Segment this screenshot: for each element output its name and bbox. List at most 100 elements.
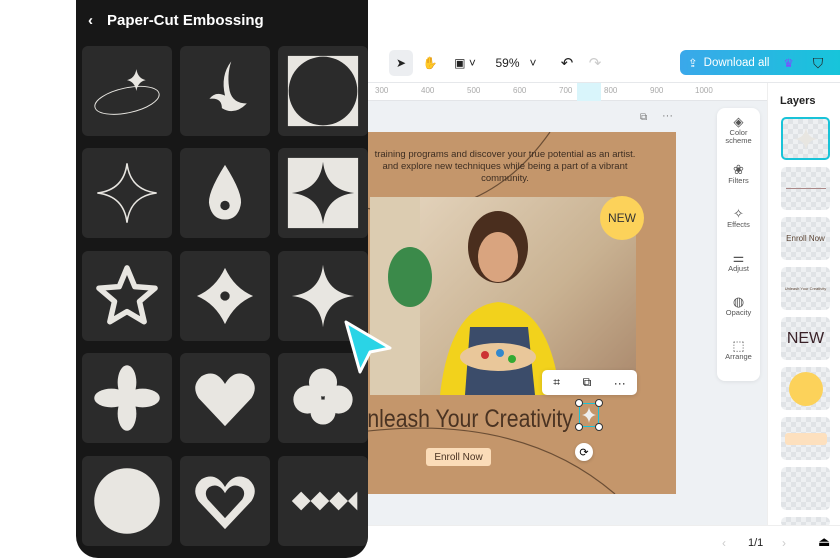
- selection-toolbar: ⌗ ⧉ ···: [542, 370, 637, 395]
- layout-button[interactable]: ▣ ˅: [450, 50, 480, 76]
- bottom-bar: ‹ 1/1 › ⏏: [340, 525, 840, 560]
- resize-handle[interactable]: [595, 399, 603, 407]
- layer-line[interactable]: [781, 167, 830, 210]
- artist-photo[interactable]: [370, 197, 636, 395]
- sliders-icon: ⚌: [732, 249, 745, 265]
- tool-label: Effects: [727, 220, 750, 230]
- design-canvas[interactable]: training programs and discover your true…: [360, 132, 676, 494]
- ruler-tick: 300: [375, 86, 389, 95]
- ruler-tick: 900: [650, 86, 664, 95]
- zigzag-band-icon: [291, 491, 358, 511]
- resize-handle[interactable]: [595, 423, 603, 431]
- crown-icon: ♛: [783, 57, 794, 70]
- more-options-icon[interactable]: ···: [662, 110, 673, 122]
- layout-icon: ▣ ˅: [454, 56, 476, 70]
- layers-title: Layers: [780, 95, 816, 107]
- undo-icon: ↶: [560, 55, 574, 72]
- crop-icon[interactable]: ⌗: [553, 375, 560, 390]
- shape-tile-four-point-star[interactable]: [82, 148, 172, 238]
- photo-illustration: [370, 197, 560, 395]
- tool-label: Arrange: [725, 352, 752, 362]
- rotate-handle[interactable]: ⟳: [575, 443, 593, 461]
- enroll-now-button[interactable]: Enroll Now: [426, 448, 491, 466]
- shape-tile-petal-flower[interactable]: [82, 353, 172, 443]
- hand-tool-button[interactable]: ✋: [420, 50, 440, 76]
- shield-icon: ⛉: [812, 54, 824, 71]
- tool-effects[interactable]: ✧ Effects: [717, 196, 760, 240]
- layer-rectangle[interactable]: [781, 417, 830, 460]
- shape-tile-circle[interactable]: [82, 456, 172, 546]
- paint-bucket-icon: ◈: [733, 113, 744, 129]
- pages-toggle-icon[interactable]: ⏏: [818, 534, 830, 550]
- select-tool-button[interactable]: ➤: [389, 50, 413, 76]
- layer-new-text[interactable]: NEW: [781, 317, 830, 360]
- shape-tile-orbit-sparkle[interactable]: [82, 46, 172, 136]
- tool-adjust[interactable]: ⚌ Adjust: [717, 240, 760, 284]
- tools-panel: ◈ Color scheme ❀ Filters ✧ Effects ⚌ Adjust …: [717, 108, 760, 381]
- redo-button[interactable]: ↷: [586, 50, 604, 76]
- cursor-icon: [344, 320, 392, 374]
- panel-header: ‹ Paper-Cut Embossing: [88, 12, 264, 29]
- body-text: training programs and discover your true…: [374, 149, 636, 160]
- undo-button[interactable]: ↶: [558, 50, 576, 76]
- rotate-icon: ⟳: [579, 446, 589, 459]
- zoom-level: 59%: [495, 56, 520, 70]
- drop-icon: ◍: [732, 293, 745, 309]
- drop-icon: [208, 164, 242, 220]
- layers-panel: Layers Enroll Now Unleash Your Creativit…: [767, 83, 840, 527]
- bird-icon: [209, 61, 247, 112]
- tool-label: Color scheme: [725, 127, 752, 146]
- shape-tile-square-circle[interactable]: [278, 46, 368, 136]
- petal-flower-icon: [94, 365, 160, 431]
- upload-icon: ⇪: [688, 57, 698, 70]
- ruler-tick: 600: [513, 86, 527, 95]
- tool-label: Adjust: [728, 264, 749, 274]
- sparkle-icon: [582, 407, 596, 423]
- shape-tile-star-outline[interactable]: [82, 251, 172, 341]
- layer-sparkle[interactable]: [781, 117, 830, 160]
- zoom-select[interactable]: 59% ˅: [490, 50, 542, 76]
- tool-label: Opacity: [725, 308, 752, 318]
- filters-icon: ❀: [733, 161, 744, 177]
- back-icon[interactable]: ‹: [88, 12, 93, 29]
- shape-tile-drop[interactable]: [180, 148, 270, 238]
- ruler-tick: 500: [467, 86, 481, 95]
- tool-color-scheme[interactable]: ◈ Color scheme: [717, 108, 760, 152]
- shapes-panel: ‹ Paper-Cut Embossing: [76, 0, 368, 558]
- tool-filters[interactable]: ❀ Filters: [717, 152, 760, 196]
- square-star-icon: [287, 157, 359, 229]
- effects-icon: ✧: [733, 205, 744, 221]
- ruler-tick: 800: [604, 86, 618, 95]
- layer-arc[interactable]: [781, 467, 830, 510]
- prev-page-button[interactable]: ‹: [722, 536, 726, 550]
- layer-text: Enroll Now: [786, 234, 825, 243]
- tool-arrange[interactable]: ⬚ Arrange: [717, 328, 760, 372]
- tool-opacity[interactable]: ◍ Opacity: [717, 284, 760, 328]
- resize-handle[interactable]: [575, 399, 583, 407]
- next-page-button[interactable]: ›: [782, 536, 786, 550]
- duplicate-page-icon[interactable]: ⧉: [640, 112, 647, 123]
- layer-headline[interactable]: Unleash Your Creativity: [781, 267, 830, 310]
- shape-tile-flower-star[interactable]: [180, 251, 270, 341]
- layer-enroll-text[interactable]: Enroll Now: [781, 217, 830, 260]
- shape-tile-zigzag-band[interactable]: [278, 456, 368, 546]
- shape-tile-bird[interactable]: [180, 46, 270, 136]
- page-indicator: 1/1: [748, 537, 764, 549]
- shield-button[interactable]: ⛉: [808, 50, 828, 76]
- shape-tile-heart[interactable]: [180, 353, 270, 443]
- layer-text: Unleash Your Creativity: [784, 286, 827, 291]
- resize-handle[interactable]: [575, 423, 583, 431]
- new-badge[interactable]: NEW: [600, 196, 644, 240]
- orbit-sparkle-icon: [94, 69, 160, 115]
- shape-tile-square-star[interactable]: [278, 148, 368, 238]
- more-icon[interactable]: ···: [614, 376, 626, 390]
- badge-text: NEW: [608, 211, 636, 225]
- shape-tile-heart-outline[interactable]: [180, 456, 270, 546]
- button-text: Enroll Now: [434, 451, 483, 463]
- layer-circle[interactable]: [781, 367, 830, 410]
- headline[interactable]: Unleash Your Creativity: [360, 405, 573, 434]
- four-point-star-icon: [97, 163, 157, 223]
- chevron-down-icon: ˅: [529, 56, 537, 70]
- copy-icon[interactable]: ⧉: [583, 375, 592, 390]
- star-outline-icon: [96, 265, 158, 325]
